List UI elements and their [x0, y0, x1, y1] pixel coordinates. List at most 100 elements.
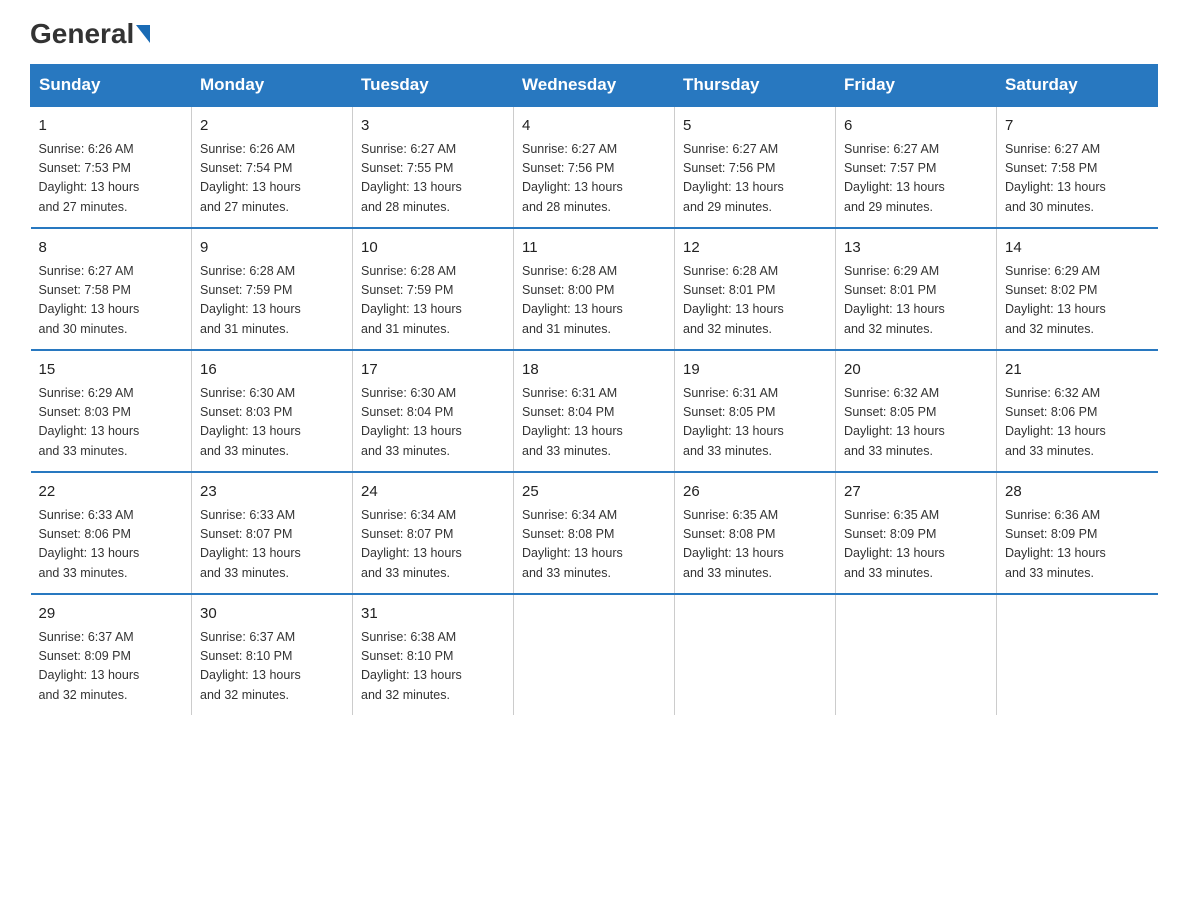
day-info: Sunrise: 6:35 AMSunset: 8:09 PMDaylight:… — [844, 506, 988, 584]
calendar-cell: 8Sunrise: 6:27 AMSunset: 7:58 PMDaylight… — [31, 228, 192, 350]
calendar-cell: 12Sunrise: 6:28 AMSunset: 8:01 PMDayligh… — [675, 228, 836, 350]
day-number: 19 — [683, 359, 827, 382]
calendar-cell: 29Sunrise: 6:37 AMSunset: 8:09 PMDayligh… — [31, 594, 192, 715]
day-number: 5 — [683, 115, 827, 138]
day-info: Sunrise: 6:27 AMSunset: 7:57 PMDaylight:… — [844, 140, 988, 218]
calendar-cell: 4Sunrise: 6:27 AMSunset: 7:56 PMDaylight… — [514, 106, 675, 228]
day-number: 18 — [522, 359, 666, 382]
day-info: Sunrise: 6:32 AMSunset: 8:06 PMDaylight:… — [1005, 384, 1150, 462]
calendar-cell: 11Sunrise: 6:28 AMSunset: 8:00 PMDayligh… — [514, 228, 675, 350]
calendar-cell: 10Sunrise: 6:28 AMSunset: 7:59 PMDayligh… — [353, 228, 514, 350]
week-row-5: 29Sunrise: 6:37 AMSunset: 8:09 PMDayligh… — [31, 594, 1158, 715]
calendar-cell: 3Sunrise: 6:27 AMSunset: 7:55 PMDaylight… — [353, 106, 514, 228]
calendar-cell: 24Sunrise: 6:34 AMSunset: 8:07 PMDayligh… — [353, 472, 514, 594]
day-number: 11 — [522, 237, 666, 260]
calendar-cell: 28Sunrise: 6:36 AMSunset: 8:09 PMDayligh… — [997, 472, 1158, 594]
day-number: 8 — [39, 237, 184, 260]
calendar-cell: 9Sunrise: 6:28 AMSunset: 7:59 PMDaylight… — [192, 228, 353, 350]
calendar-cell: 6Sunrise: 6:27 AMSunset: 7:57 PMDaylight… — [836, 106, 997, 228]
day-number: 3 — [361, 115, 505, 138]
calendar-cell: 23Sunrise: 6:33 AMSunset: 8:07 PMDayligh… — [192, 472, 353, 594]
day-info: Sunrise: 6:36 AMSunset: 8:09 PMDaylight:… — [1005, 506, 1150, 584]
day-info: Sunrise: 6:35 AMSunset: 8:08 PMDaylight:… — [683, 506, 827, 584]
day-number: 20 — [844, 359, 988, 382]
day-number: 30 — [200, 603, 344, 626]
week-row-1: 1Sunrise: 6:26 AMSunset: 7:53 PMDaylight… — [31, 106, 1158, 228]
day-info: Sunrise: 6:31 AMSunset: 8:05 PMDaylight:… — [683, 384, 827, 462]
day-number: 13 — [844, 237, 988, 260]
calendar-cell: 15Sunrise: 6:29 AMSunset: 8:03 PMDayligh… — [31, 350, 192, 472]
logo: General — [30, 20, 150, 48]
day-info: Sunrise: 6:28 AMSunset: 8:01 PMDaylight:… — [683, 262, 827, 340]
calendar-cell: 18Sunrise: 6:31 AMSunset: 8:04 PMDayligh… — [514, 350, 675, 472]
calendar-cell: 17Sunrise: 6:30 AMSunset: 8:04 PMDayligh… — [353, 350, 514, 472]
weekday-header-friday: Friday — [836, 65, 997, 107]
day-info: Sunrise: 6:33 AMSunset: 8:07 PMDaylight:… — [200, 506, 344, 584]
day-number: 17 — [361, 359, 505, 382]
day-number: 1 — [39, 115, 184, 138]
day-info: Sunrise: 6:27 AMSunset: 7:58 PMDaylight:… — [1005, 140, 1150, 218]
calendar-cell: 30Sunrise: 6:37 AMSunset: 8:10 PMDayligh… — [192, 594, 353, 715]
calendar-cell: 2Sunrise: 6:26 AMSunset: 7:54 PMDaylight… — [192, 106, 353, 228]
day-number: 9 — [200, 237, 344, 260]
day-info: Sunrise: 6:33 AMSunset: 8:06 PMDaylight:… — [39, 506, 184, 584]
logo-general: General — [30, 20, 150, 48]
weekday-header-sunday: Sunday — [31, 65, 192, 107]
day-number: 16 — [200, 359, 344, 382]
calendar-cell: 26Sunrise: 6:35 AMSunset: 8:08 PMDayligh… — [675, 472, 836, 594]
calendar-cell — [836, 594, 997, 715]
day-number: 4 — [522, 115, 666, 138]
day-info: Sunrise: 6:37 AMSunset: 8:09 PMDaylight:… — [39, 628, 184, 706]
day-number: 31 — [361, 603, 505, 626]
calendar-cell: 31Sunrise: 6:38 AMSunset: 8:10 PMDayligh… — [353, 594, 514, 715]
day-info: Sunrise: 6:26 AMSunset: 7:54 PMDaylight:… — [200, 140, 344, 218]
weekday-header-wednesday: Wednesday — [514, 65, 675, 107]
day-number: 22 — [39, 481, 184, 504]
day-number: 14 — [1005, 237, 1150, 260]
day-number: 2 — [200, 115, 344, 138]
day-number: 27 — [844, 481, 988, 504]
day-info: Sunrise: 6:31 AMSunset: 8:04 PMDaylight:… — [522, 384, 666, 462]
week-row-4: 22Sunrise: 6:33 AMSunset: 8:06 PMDayligh… — [31, 472, 1158, 594]
day-info: Sunrise: 6:27 AMSunset: 7:56 PMDaylight:… — [683, 140, 827, 218]
day-number: 7 — [1005, 115, 1150, 138]
day-number: 25 — [522, 481, 666, 504]
day-info: Sunrise: 6:27 AMSunset: 7:56 PMDaylight:… — [522, 140, 666, 218]
calendar-cell — [997, 594, 1158, 715]
day-info: Sunrise: 6:30 AMSunset: 8:04 PMDaylight:… — [361, 384, 505, 462]
calendar-cell — [514, 594, 675, 715]
weekday-header-tuesday: Tuesday — [353, 65, 514, 107]
calendar-cell: 19Sunrise: 6:31 AMSunset: 8:05 PMDayligh… — [675, 350, 836, 472]
day-info: Sunrise: 6:32 AMSunset: 8:05 PMDaylight:… — [844, 384, 988, 462]
calendar-cell: 5Sunrise: 6:27 AMSunset: 7:56 PMDaylight… — [675, 106, 836, 228]
weekday-header-row: SundayMondayTuesdayWednesdayThursdayFrid… — [31, 65, 1158, 107]
day-info: Sunrise: 6:27 AMSunset: 7:55 PMDaylight:… — [361, 140, 505, 218]
weekday-header-thursday: Thursday — [675, 65, 836, 107]
day-info: Sunrise: 6:34 AMSunset: 8:08 PMDaylight:… — [522, 506, 666, 584]
day-number: 23 — [200, 481, 344, 504]
day-info: Sunrise: 6:28 AMSunset: 8:00 PMDaylight:… — [522, 262, 666, 340]
calendar-cell — [675, 594, 836, 715]
calendar-cell: 21Sunrise: 6:32 AMSunset: 8:06 PMDayligh… — [997, 350, 1158, 472]
calendar-cell: 22Sunrise: 6:33 AMSunset: 8:06 PMDayligh… — [31, 472, 192, 594]
day-number: 29 — [39, 603, 184, 626]
calendar-cell: 14Sunrise: 6:29 AMSunset: 8:02 PMDayligh… — [997, 228, 1158, 350]
day-info: Sunrise: 6:28 AMSunset: 7:59 PMDaylight:… — [200, 262, 344, 340]
calendar-cell: 1Sunrise: 6:26 AMSunset: 7:53 PMDaylight… — [31, 106, 192, 228]
day-info: Sunrise: 6:29 AMSunset: 8:01 PMDaylight:… — [844, 262, 988, 340]
week-row-2: 8Sunrise: 6:27 AMSunset: 7:58 PMDaylight… — [31, 228, 1158, 350]
day-info: Sunrise: 6:26 AMSunset: 7:53 PMDaylight:… — [39, 140, 184, 218]
day-number: 12 — [683, 237, 827, 260]
day-info: Sunrise: 6:27 AMSunset: 7:58 PMDaylight:… — [39, 262, 184, 340]
day-number: 15 — [39, 359, 184, 382]
week-row-3: 15Sunrise: 6:29 AMSunset: 8:03 PMDayligh… — [31, 350, 1158, 472]
day-info: Sunrise: 6:34 AMSunset: 8:07 PMDaylight:… — [361, 506, 505, 584]
calendar-cell: 25Sunrise: 6:34 AMSunset: 8:08 PMDayligh… — [514, 472, 675, 594]
calendar-cell: 7Sunrise: 6:27 AMSunset: 7:58 PMDaylight… — [997, 106, 1158, 228]
day-number: 28 — [1005, 481, 1150, 504]
calendar-cell: 27Sunrise: 6:35 AMSunset: 8:09 PMDayligh… — [836, 472, 997, 594]
day-number: 21 — [1005, 359, 1150, 382]
calendar-cell: 13Sunrise: 6:29 AMSunset: 8:01 PMDayligh… — [836, 228, 997, 350]
day-info: Sunrise: 6:28 AMSunset: 7:59 PMDaylight:… — [361, 262, 505, 340]
calendar-table: SundayMondayTuesdayWednesdayThursdayFrid… — [30, 64, 1158, 715]
